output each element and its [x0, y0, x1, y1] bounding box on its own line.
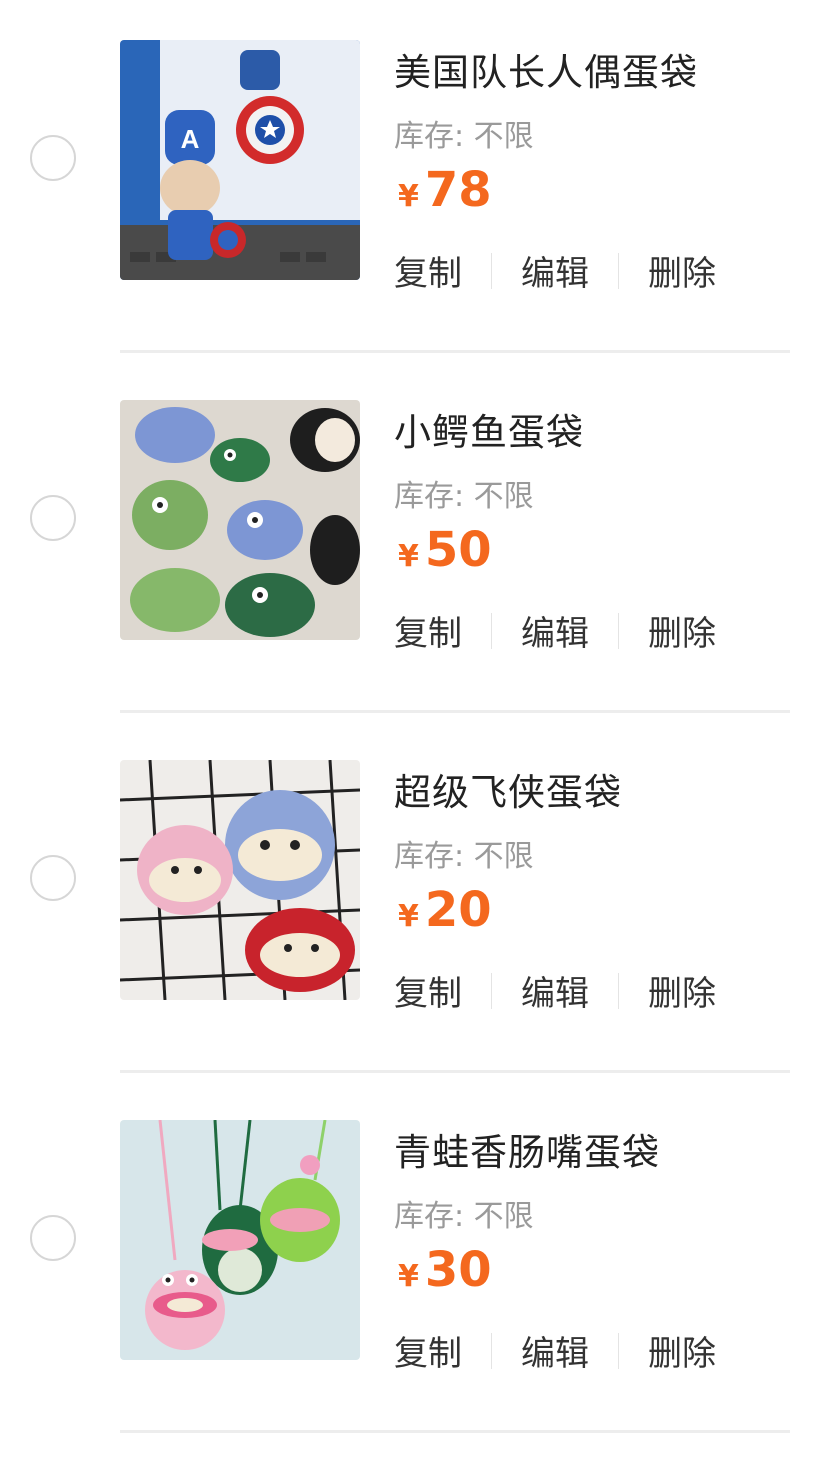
svg-text:A: A — [181, 124, 200, 154]
product-title: 美国队长人偶蛋袋 — [394, 51, 698, 94]
stock-label: 库存: — [394, 1199, 465, 1234]
delete-button[interactable]: 删除 — [648, 1326, 716, 1375]
currency-symbol: ¥ — [398, 179, 419, 214]
stock-label: 库存: — [394, 839, 465, 874]
item-actions: 复制 编辑 删除 — [394, 966, 716, 1015]
stock-value: 不限 — [473, 479, 534, 514]
stock-label: 库存: — [394, 119, 465, 154]
copy-button[interactable]: 复制 — [394, 606, 462, 655]
product-price: ¥50 — [398, 522, 492, 578]
select-radio[interactable] — [30, 135, 76, 181]
select-radio[interactable] — [30, 1215, 76, 1261]
product-list: A 美国队长人偶蛋袋 库存: 不限 ¥78 复制 编辑 删除 小鳄鱼蛋袋 库存:… — [0, 0, 822, 1440]
list-item: 小鳄鱼蛋袋 库存: 不限 ¥50 复制 编辑 删除 — [0, 360, 822, 720]
edit-button[interactable]: 编辑 — [521, 966, 589, 1015]
edit-button[interactable]: 编辑 — [521, 606, 589, 655]
delete-button[interactable]: 删除 — [648, 966, 716, 1015]
list-item: A 美国队长人偶蛋袋 库存: 不限 ¥78 复制 编辑 删除 — [0, 0, 822, 360]
price-value: 78 — [424, 162, 492, 218]
action-divider — [491, 612, 492, 649]
copy-button[interactable]: 复制 — [394, 246, 462, 295]
copy-button[interactable]: 复制 — [394, 1326, 462, 1375]
product-title: 超级飞侠蛋袋 — [394, 771, 622, 814]
edit-button[interactable]: 编辑 — [521, 1326, 589, 1375]
currency-symbol: ¥ — [398, 899, 419, 934]
list-item: 超级飞侠蛋袋 库存: 不限 ¥20 复制 编辑 删除 — [0, 720, 822, 1080]
stock-label: 库存: — [394, 479, 465, 514]
row-divider — [120, 1430, 790, 1433]
action-divider — [618, 972, 619, 1009]
action-divider — [491, 972, 492, 1009]
price-value: 50 — [424, 522, 492, 578]
product-image[interactable] — [120, 1120, 360, 1360]
row-divider — [120, 350, 790, 353]
select-radio[interactable] — [30, 495, 76, 541]
product-price: ¥78 — [398, 162, 492, 218]
product-price: ¥30 — [398, 1242, 492, 1298]
action-divider — [618, 612, 619, 649]
currency-symbol: ¥ — [398, 1259, 419, 1294]
product-image[interactable] — [120, 400, 360, 640]
row-divider — [120, 1070, 790, 1073]
currency-symbol: ¥ — [398, 539, 419, 574]
stock-info: 库存: 不限 — [394, 831, 534, 875]
delete-button[interactable]: 删除 — [648, 246, 716, 295]
action-divider — [618, 252, 619, 289]
price-value: 30 — [424, 1242, 492, 1298]
product-title: 小鳄鱼蛋袋 — [394, 411, 584, 454]
product-price: ¥20 — [398, 882, 492, 938]
action-divider — [618, 1332, 619, 1369]
select-radio[interactable] — [30, 855, 76, 901]
copy-button[interactable]: 复制 — [394, 966, 462, 1015]
product-title: 青蛙香肠嘴蛋袋 — [394, 1131, 660, 1174]
price-value: 20 — [424, 882, 492, 938]
action-divider — [491, 252, 492, 289]
stock-value: 不限 — [473, 119, 534, 154]
edit-button[interactable]: 编辑 — [521, 246, 589, 295]
item-actions: 复制 编辑 删除 — [394, 606, 716, 655]
product-image[interactable] — [120, 760, 360, 1000]
row-divider — [120, 710, 790, 713]
action-divider — [491, 1332, 492, 1369]
item-actions: 复制 编辑 删除 — [394, 246, 716, 295]
stock-value: 不限 — [473, 1199, 534, 1234]
stock-info: 库存: 不限 — [394, 111, 534, 155]
stock-info: 库存: 不限 — [394, 1191, 534, 1235]
item-actions: 复制 编辑 删除 — [394, 1326, 716, 1375]
product-image[interactable]: A — [120, 40, 360, 280]
stock-value: 不限 — [473, 839, 534, 874]
list-item: 青蛙香肠嘴蛋袋 库存: 不限 ¥30 复制 编辑 删除 — [0, 1080, 822, 1440]
stock-info: 库存: 不限 — [394, 471, 534, 515]
delete-button[interactable]: 删除 — [648, 606, 716, 655]
